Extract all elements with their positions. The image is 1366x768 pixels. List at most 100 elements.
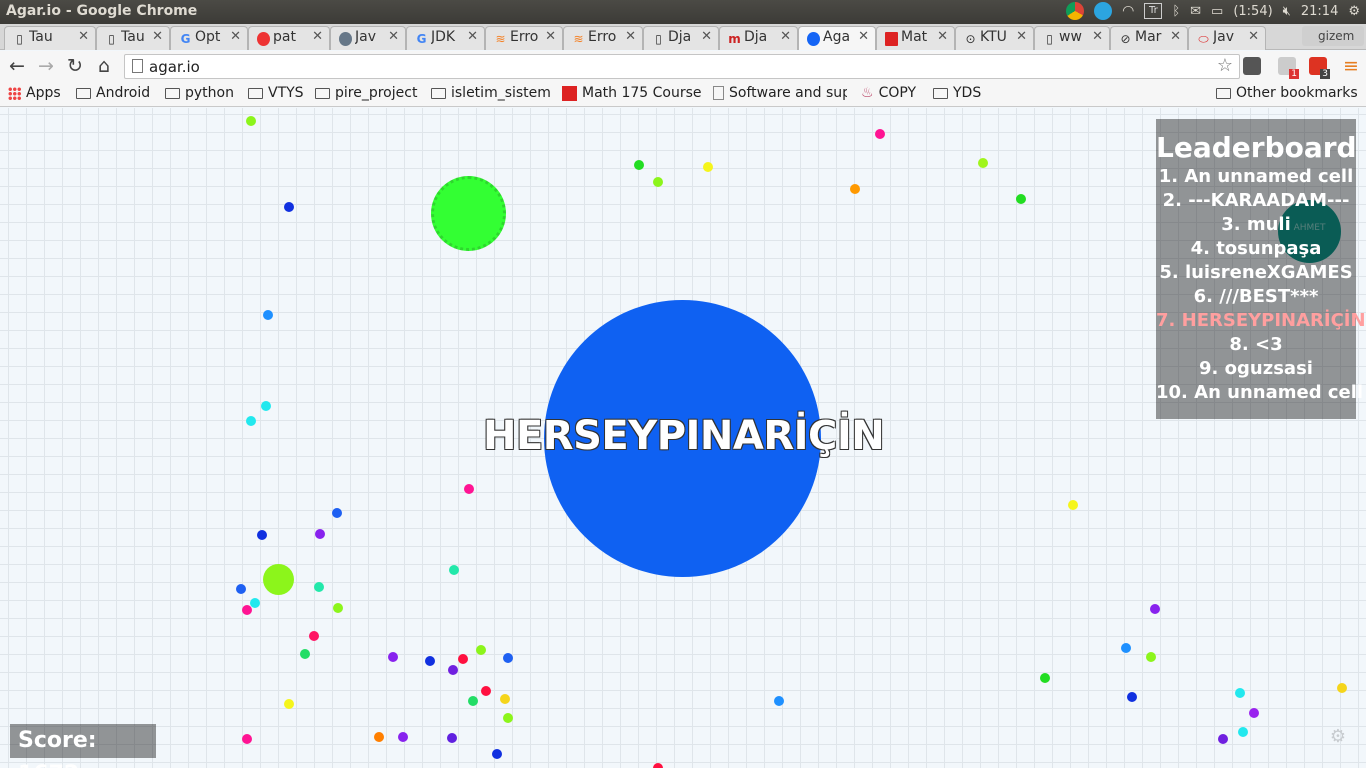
volume-icon[interactable]: 🔇︎ xyxy=(1283,4,1291,19)
bookmark-item[interactable]: YDS xyxy=(933,85,981,101)
food-pellet xyxy=(503,713,513,723)
tab-close-icon[interactable]: ✕ xyxy=(1092,29,1103,44)
browser-tab[interactable]: ▯ ww ✕ xyxy=(1034,26,1110,50)
browser-tab[interactable]: Mat ✕ xyxy=(876,26,955,50)
chrome-menu-icon[interactable]: ≡ xyxy=(1340,55,1362,77)
browser-tab[interactable]: Aga ✕ xyxy=(798,26,876,50)
back-button[interactable]: ← xyxy=(6,55,28,77)
bookmark-item[interactable]: Math 175 Course xyxy=(562,85,702,101)
bookmark-item[interactable]: Software and sup xyxy=(713,85,847,101)
food-pellet xyxy=(284,699,294,709)
browser-tab[interactable]: ⬭ Jav ✕ xyxy=(1188,26,1266,50)
browser-tab[interactable]: m Dja ✕ xyxy=(719,26,798,50)
food-pellet xyxy=(1235,688,1245,698)
mail-icon[interactable]: ✉ xyxy=(1190,4,1201,19)
food-pellet xyxy=(309,631,319,641)
food-pellet xyxy=(246,116,256,126)
wifi-icon[interactable]: ◠ xyxy=(1122,3,1134,19)
keyboard-layout-indicator[interactable]: Tr xyxy=(1144,3,1163,19)
browser-tab[interactable]: pat ✕ xyxy=(248,26,330,50)
food-pellet xyxy=(653,177,663,187)
forward-button[interactable]: → xyxy=(35,55,57,77)
bookmark-item[interactable]: ♨ COPY xyxy=(861,85,916,101)
browser-tab[interactable]: ▯ Tau ✕ xyxy=(4,26,96,50)
bookmark-item[interactable]: python xyxy=(165,85,234,101)
food-pellet xyxy=(1249,708,1259,718)
tab-close-icon[interactable]: ✕ xyxy=(388,29,399,44)
clock[interactable]: 21:14 xyxy=(1301,4,1338,19)
browser-tab[interactable]: Jav ✕ xyxy=(330,26,406,50)
food-pellet xyxy=(1337,683,1347,693)
bookmark-item[interactable]: VTYS xyxy=(248,85,304,101)
battery-icon[interactable]: ▭ xyxy=(1211,4,1223,19)
tab-close-icon[interactable]: ✕ xyxy=(152,29,163,44)
tab-close-icon[interactable]: ✕ xyxy=(467,29,478,44)
food-pellet xyxy=(447,733,457,743)
food-pellet xyxy=(263,310,273,320)
browser-tab[interactable]: ▯ Tau ✕ xyxy=(96,26,170,50)
system-gear-icon[interactable]: ⚙ xyxy=(1348,4,1360,19)
tab-close-icon[interactable]: ✕ xyxy=(312,29,323,44)
chrome-tray-icon[interactable] xyxy=(1066,2,1085,20)
privacy-badger-icon[interactable]: 1 xyxy=(1278,57,1299,79)
tab-label: Jav xyxy=(1213,29,1234,45)
bookmark-apps[interactable]: Apps xyxy=(8,85,61,101)
browser-tab[interactable]: ⊙ KTÜ ✕ xyxy=(955,26,1034,50)
folder-icon xyxy=(1216,87,1231,99)
game-canvas[interactable]: HERSEYPINARİÇİN AHMET Leaderboard 1. An … xyxy=(0,108,1366,768)
pocket-icon[interactable] xyxy=(1243,57,1261,75)
tab-close-icon[interactable]: ✕ xyxy=(1170,29,1181,44)
tab-close-icon[interactable]: ✕ xyxy=(1016,29,1027,44)
apps-grid-icon xyxy=(8,86,21,100)
profile-badge[interactable]: gizem xyxy=(1302,26,1364,46)
page-icon xyxy=(132,59,143,73)
tab-close-icon[interactable]: ✕ xyxy=(625,29,636,44)
food-pellet xyxy=(503,653,513,663)
adblock-plus-icon[interactable]: 3 xyxy=(1309,57,1330,79)
page-icon: ▯ xyxy=(16,32,23,46)
tab-close-icon[interactable]: ✕ xyxy=(701,29,712,44)
bookmark-star-icon[interactable]: ☆ xyxy=(1217,55,1233,76)
os-title-bar: Agar.io - Google Chrome ◠ Tr ᛒ ✉ ▭ (1:54… xyxy=(0,0,1366,24)
other-bookmarks[interactable]: Other bookmarks xyxy=(1216,85,1358,101)
leaderboard-title: Leaderboard xyxy=(1156,131,1357,164)
food-pellet xyxy=(1218,734,1228,744)
tab-close-icon[interactable]: ✕ xyxy=(545,29,556,44)
browser-tab[interactable]: ▯ Dja ✕ xyxy=(643,26,719,50)
tab-close-icon[interactable]: ✕ xyxy=(1248,29,1259,44)
folder-icon xyxy=(165,87,180,99)
food-pellet xyxy=(978,158,988,168)
player-name: HERSEYPINARİÇİN xyxy=(483,413,885,459)
battery-time[interactable]: (1:54) xyxy=(1233,4,1272,19)
food-pellet xyxy=(300,649,310,659)
bookmark-item[interactable]: isletim_sistem xyxy=(431,85,551,101)
browser-tab[interactable]: G Opt ✕ xyxy=(170,26,248,50)
tab-close-icon[interactable]: ✕ xyxy=(937,29,948,44)
telegram-icon[interactable] xyxy=(1094,2,1113,20)
browser-tab[interactable]: ≋ Erro ✕ xyxy=(563,26,643,50)
bookmark-label: python xyxy=(185,85,234,101)
bookmark-item[interactable]: pire_project xyxy=(315,85,417,101)
home-button[interactable]: ⌂ xyxy=(93,55,115,77)
google-icon: G xyxy=(180,32,191,46)
food-pellet xyxy=(1040,673,1050,683)
bluetooth-icon[interactable]: ᛒ xyxy=(1172,4,1180,19)
settings-icon[interactable]: ⚙ xyxy=(1330,726,1346,747)
omnibox[interactable]: ☆ xyxy=(124,54,1240,79)
browser-tab[interactable]: ≋ Erro ✕ xyxy=(485,26,563,50)
tab-close-icon[interactable]: ✕ xyxy=(780,29,791,44)
food-pellet xyxy=(425,656,435,666)
browser-tab[interactable]: ⊘ Mar ✕ xyxy=(1110,26,1188,50)
address-input[interactable] xyxy=(149,57,1199,76)
tab-close-icon[interactable]: ✕ xyxy=(858,29,869,44)
window-title: Agar.io - Google Chrome xyxy=(6,3,198,19)
leaderboard-entry: 4. tosunpaşa xyxy=(1190,238,1322,259)
browser-tab[interactable]: G JDK ✕ xyxy=(406,26,485,50)
bookmark-item[interactable]: Android xyxy=(76,85,150,101)
reload-button[interactable]: ↻ xyxy=(64,55,86,77)
tab-close-icon[interactable]: ✕ xyxy=(78,29,89,44)
tab-close-icon[interactable]: ✕ xyxy=(230,29,241,44)
food-pellet xyxy=(458,654,468,664)
bookmark-label: Android xyxy=(96,85,151,101)
folder-icon xyxy=(431,87,446,99)
